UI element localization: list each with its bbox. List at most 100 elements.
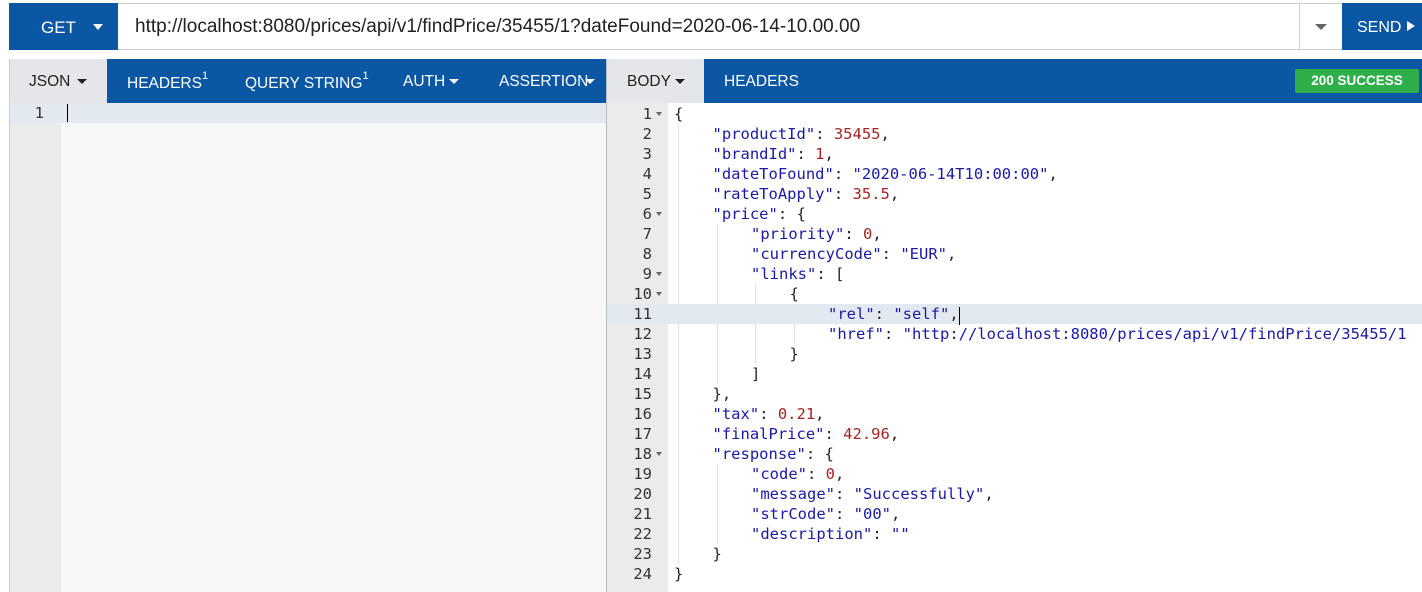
code-line[interactable]: 2 "productId": 35455,	[607, 124, 1422, 144]
json-number: 0	[863, 225, 873, 243]
code-line[interactable]: 21 "strCode": "00",	[607, 504, 1422, 524]
json-key: "price"	[712, 205, 778, 223]
json-punctuation: ,	[872, 225, 882, 243]
code-line[interactable]: 10 {	[607, 284, 1422, 304]
code-line[interactable]: 16 "tax": 0.21,	[607, 404, 1422, 424]
json-punctuation: ,	[889, 425, 900, 443]
json-punctuation: }	[789, 345, 799, 363]
code-line[interactable]: 18 "response": {	[607, 444, 1422, 464]
json-punctuation: :	[884, 325, 903, 343]
method-dropdown[interactable]: GET	[9, 3, 118, 50]
line-number: 5	[642, 185, 652, 203]
code-line[interactable]: 13}	[607, 344, 1422, 364]
tab-query-string[interactable]: QUERY STRING1	[221, 59, 385, 103]
code-line[interactable]: 14]	[607, 364, 1422, 384]
line-number: 2	[642, 125, 652, 143]
code-text: "finalPrice": 42.96,	[713, 424, 900, 444]
code-line[interactable]: 19 "code": 0,	[607, 464, 1422, 484]
code-line[interactable]: 22 "description": ""	[607, 524, 1422, 544]
code-text: "currencyCode": "EUR",	[751, 244, 956, 264]
json-punctuation: :	[833, 185, 853, 203]
fold-toggle-icon[interactable]	[656, 272, 662, 276]
json-punctuation: : {	[805, 445, 834, 463]
code-line[interactable]: 9 "links": [	[607, 264, 1422, 284]
json-punctuation: ,	[824, 145, 834, 163]
line-number: 24	[633, 565, 652, 583]
tab-body[interactable]: BODY	[607, 59, 704, 103]
code-line[interactable]: 24}	[607, 564, 1422, 584]
line-number: 8	[642, 245, 652, 263]
tab-response-headers[interactable]: HEADERS	[704, 59, 814, 103]
json-key: "links"	[751, 265, 817, 283]
send-label: SEND	[1357, 19, 1402, 36]
tab-json[interactable]: JSON	[9, 59, 107, 103]
code-text: "priority": 0,	[751, 224, 882, 244]
code-line[interactable]: 3 "brandId": 1,	[607, 144, 1422, 164]
json-string: "2020-06-14T10:00:00"	[852, 165, 1049, 183]
fold-toggle-icon[interactable]	[656, 292, 662, 296]
code-text: "price": {	[713, 204, 806, 224]
chevron-down-icon	[585, 79, 595, 84]
code-line[interactable]: 12 "href": "http://localhost:8080/prices/…	[607, 324, 1422, 344]
json-punctuation: :	[807, 465, 826, 483]
code-text: "response": {	[713, 444, 834, 464]
code-line[interactable]: 4 "dateToFound": "2020-06-14T10:00:00",	[607, 164, 1422, 184]
tab-headers[interactable]: HEADERS1	[107, 59, 221, 103]
json-string: ""	[891, 525, 910, 543]
json-punctuation: :	[872, 525, 891, 543]
json-punctuation: ,	[815, 405, 825, 423]
code-line[interactable]: 6 "price": {	[607, 204, 1422, 224]
code-line[interactable]: 8 "currencyCode": "EUR",	[607, 244, 1422, 264]
json-punctuation: {	[674, 105, 684, 123]
line-number: 16	[633, 405, 652, 423]
code-text: "dateToFound": "2020-06-14T10:00:00",	[713, 164, 1058, 184]
json-string: "self"	[893, 305, 950, 323]
code-line[interactable]: 7 "priority": 0,	[607, 224, 1422, 244]
line-number: 20	[633, 485, 652, 503]
line-number: 14	[633, 365, 652, 383]
tab-body-label: BODY	[627, 73, 671, 90]
json-key: "strCode"	[751, 505, 835, 523]
json-punctuation: ,	[889, 185, 900, 203]
code-line[interactable]: 5 "rateToApply": 35.5,	[607, 184, 1422, 204]
request-code-area	[61, 103, 606, 592]
tab-json-label: JSON	[29, 73, 71, 90]
line-number: 4	[642, 165, 652, 183]
json-key: "productId"	[712, 125, 816, 143]
fold-toggle-icon[interactable]	[656, 212, 662, 216]
url-history-dropdown[interactable]	[1299, 4, 1342, 49]
fold-toggle-icon[interactable]	[656, 452, 662, 456]
response-body-editor[interactable]: 1{2 "productId": 35455, 3 "brandId": 1, 4 "da…	[607, 103, 1422, 592]
tab-response-headers-label: HEADERS	[724, 73, 799, 90]
url-input[interactable]	[119, 4, 1299, 49]
response-tabbar: BODY HEADERS 200 SUCCESS	[607, 59, 1422, 103]
json-punctuation: ,	[880, 125, 890, 143]
fold-toggle-icon[interactable]	[656, 112, 662, 116]
code-text: },	[713, 384, 732, 404]
code-line[interactable]: 15},	[607, 384, 1422, 404]
code-text: "href": "http://localhost:8080/prices/ap…	[828, 324, 1407, 344]
json-string: "Successfully"	[853, 485, 985, 503]
json-number: 42.96	[843, 425, 890, 443]
panel-border	[9, 59, 10, 592]
editor-line[interactable]: 1	[9, 103, 606, 123]
code-line[interactable]: 23}	[607, 544, 1422, 564]
code-line[interactable]: 1{	[607, 104, 1422, 124]
line-number: 13	[633, 345, 652, 363]
json-string: "http://localhost:8080/prices/api/v1/fin…	[902, 325, 1407, 343]
json-punctuation: {	[789, 285, 799, 303]
request-body-editor[interactable]: 1	[9, 103, 606, 592]
tab-assertion[interactable]: ASSERTION	[475, 59, 606, 103]
code-text: "message": "Successfully",	[751, 484, 994, 504]
json-string: "EUR"	[900, 245, 947, 263]
code-line[interactable]: 11 "rel": "self",	[607, 304, 1422, 325]
code-line[interactable]: 20 "message": "Successfully",	[607, 484, 1422, 504]
json-punctuation: :	[759, 405, 778, 423]
chevron-down-icon	[449, 79, 459, 84]
json-punctuation: ,	[835, 465, 845, 483]
code-line[interactable]: 17 "finalPrice": 42.96,	[607, 424, 1422, 444]
json-punctuation: }	[712, 545, 722, 563]
tab-auth[interactable]: AUTH	[385, 59, 475, 103]
json-key: "rateToApply"	[712, 185, 834, 203]
send-button[interactable]: SEND	[1342, 3, 1422, 50]
